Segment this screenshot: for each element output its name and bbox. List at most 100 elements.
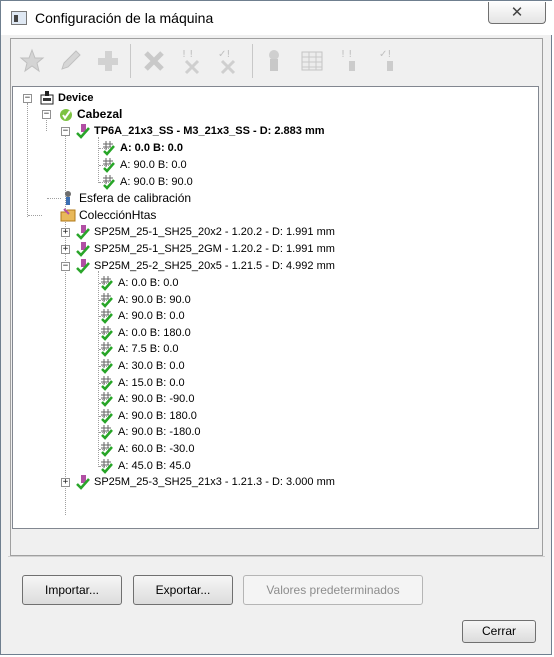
tree-node-device[interactable]: − Device [13, 90, 533, 106]
tree-node-orientation[interactable]: A: 90.0 B: 180.0 [13, 408, 533, 424]
orient-icon [99, 325, 115, 341]
tool-icon [75, 123, 91, 139]
svg-text:! !: ! ! [341, 49, 352, 60]
clear-checked-icon[interactable]: ✓! [214, 47, 242, 75]
collapse-icon[interactable]: − [42, 110, 51, 119]
orient-icon [99, 458, 115, 474]
tree-node-orientation[interactable]: A: 90.0 B: -90.0 [13, 391, 533, 408]
probe-unknown-icon[interactable]: ! ! [338, 47, 366, 75]
tree-node-label: A: 90.0 B: 90.0 [120, 176, 193, 188]
tree-node-cabezal[interactable]: − Cabezal [13, 106, 533, 122]
table-icon[interactable] [298, 47, 326, 75]
tree-node-label: Cabezal [77, 107, 123, 121]
tree-node-tool[interactable]: + SP25M_25-3_SH25_21x3 - 1.21.3 - D: 3.00… [13, 474, 533, 490]
toolbar-separator [252, 44, 253, 78]
orient-icon [99, 424, 115, 441]
tree-node-orientation[interactable]: A: 90.0 B: 0.0 [13, 157, 533, 173]
expand-icon[interactable]: + [61, 245, 70, 254]
star-icon[interactable] [18, 47, 46, 75]
toolbar-separator [130, 44, 131, 78]
pencil-icon[interactable] [56, 47, 84, 75]
export-button[interactable]: Exportar... [133, 575, 233, 605]
collapse-icon[interactable]: − [61, 262, 70, 271]
button-area-divider [8, 556, 545, 557]
tree-node-orientation[interactable]: A: 30.0 B: 0.0 [13, 358, 533, 374]
tree-node-orientation[interactable]: A: 90.0 B: -180.0 [13, 424, 533, 441]
tree-node-orientation[interactable]: A: 45.0 B: 45.0 [13, 458, 533, 474]
collapse-icon[interactable]: − [23, 94, 32, 103]
tree-node-label: A: 30.0 B: 0.0 [118, 360, 185, 372]
expand-icon[interactable]: + [61, 478, 70, 487]
tree-node-orientation[interactable]: A: 90.0 B: 90.0 [13, 174, 533, 190]
tree-node-label: A: 90.0 B: 0.0 [118, 310, 185, 323]
tree-node-orientation[interactable]: A: 0.0 B: 0.0 [13, 140, 533, 156]
orient-icon [99, 375, 115, 391]
tree-node-tool[interactable]: + SP25M_25-1_SH25_20x2 - 1.20.2 - D: 1.99… [13, 224, 533, 240]
tool-icon [75, 474, 91, 490]
orient-icon [99, 441, 115, 457]
orient-icon [99, 341, 115, 358]
tree-node-orientation[interactable]: A: 7.5 B: 0.0 [13, 341, 533, 358]
tool-icon [75, 258, 91, 274]
expand-icon[interactable]: + [61, 228, 70, 237]
tree-node-label: A: 60.0 B: -30.0 [118, 443, 195, 455]
folder-icon [60, 207, 76, 223]
orient-icon [101, 140, 117, 156]
orient-icon [99, 308, 115, 325]
tree-node-label: A: 0.0 B: 0.0 [118, 277, 179, 289]
tree-node-orientation[interactable]: A: 90.0 B: 90.0 [13, 292, 533, 308]
tree-node-tool[interactable]: − SP25M_25-2_SH25_20x5 - 1.21.5 - D: 4.99… [13, 258, 533, 274]
tree-node-label: Device [58, 92, 94, 104]
orient-icon [99, 358, 115, 374]
tree-node-orientation[interactable]: A: 15.0 B: 0.0 [13, 375, 533, 391]
tree-node-orientation[interactable]: A: 90.0 B: 0.0 [13, 308, 533, 325]
svg-text:✓!: ✓! [218, 49, 230, 60]
defaults-button[interactable]: Valores predeterminados [243, 575, 423, 605]
tree-node-label: A: 90.0 B: -90.0 [118, 393, 195, 406]
tree-node-tool[interactable]: + SP25M_25-1_SH25_2GM - 1.20.2 - D: 1.991… [13, 241, 533, 257]
machine-tree[interactable]: − Device − Cabezal − TP6A_21x3_SS - M3_21x3_S… [12, 86, 539, 529]
tool-icon [75, 241, 91, 257]
tree-node-label: A: 7.5 B: 0.0 [118, 343, 179, 356]
collapse-icon[interactable]: − [61, 127, 70, 136]
cabezal-icon [58, 106, 74, 122]
tree-node-label: A: 0.0 B: 0.0 [120, 142, 183, 154]
probe-checked-icon[interactable]: ✓! [376, 47, 404, 75]
tool-icon [75, 224, 91, 240]
window-title: Configuración de la máquina [35, 10, 214, 26]
app-icon [11, 11, 27, 25]
plus-icon[interactable] [94, 47, 122, 75]
tree-node-label: SP25M_25-2_SH25_20x5 - 1.21.5 - D: 4.992… [94, 260, 335, 272]
tree-line [47, 198, 61, 199]
tree-node-collection[interactable]: ColecciónHtas [13, 207, 533, 223]
orient-icon [99, 408, 115, 424]
title-bar: Configuración de la máquina ✕ [1, 1, 553, 35]
tree-line [28, 215, 42, 216]
orient-icon [99, 391, 115, 408]
window-close-button[interactable]: ✕ [488, 2, 546, 24]
clear-unknown-icon[interactable]: ! ! [178, 47, 206, 75]
orient-icon [99, 275, 115, 291]
tree-node-label: SP25M_25-1_SH25_20x2 - 1.20.2 - D: 1.991… [94, 226, 335, 238]
tree-node-label: A: 90.0 B: -180.0 [118, 426, 201, 439]
tree-node-orientation[interactable]: A: 60.0 B: -30.0 [13, 441, 533, 457]
tree-node-label: Esfera de calibración [79, 191, 192, 205]
probe-icon[interactable] [260, 47, 288, 75]
device-icon [39, 90, 55, 106]
tree-node-label: SP25M_25-1_SH25_2GM - 1.20.2 - D: 1.991 … [94, 243, 335, 255]
tree-node-label: A: 0.0 B: 180.0 [118, 326, 191, 339]
tree-node-probe[interactable]: − TP6A_21x3_SS - M3_21x3_SS - D: 2.883 mm [13, 123, 533, 139]
tree-node-label: TP6A_21x3_SS - M3_21x3_SS - D: 2.883 mm [94, 125, 325, 137]
orient-icon [101, 174, 117, 190]
delete-icon[interactable] [140, 47, 168, 75]
close-button[interactable]: Cerrar [462, 620, 536, 643]
orient-icon [101, 157, 117, 173]
import-button[interactable]: Importar... [22, 575, 122, 605]
tree-node-orientation[interactable]: A: 0.0 B: 0.0 [13, 275, 533, 291]
tree-node-orientation[interactable]: A: 0.0 B: 180.0 [13, 325, 533, 341]
orient-icon [99, 292, 115, 308]
svg-text:! !: ! ! [182, 49, 193, 60]
tree-node-label: SP25M_25-3_SH25_21x3 - 1.21.3 - D: 3.000… [94, 476, 335, 488]
tree-node-sphere[interactable]: Esfera de calibración [13, 190, 533, 206]
svg-text:✓!: ✓! [379, 49, 391, 60]
